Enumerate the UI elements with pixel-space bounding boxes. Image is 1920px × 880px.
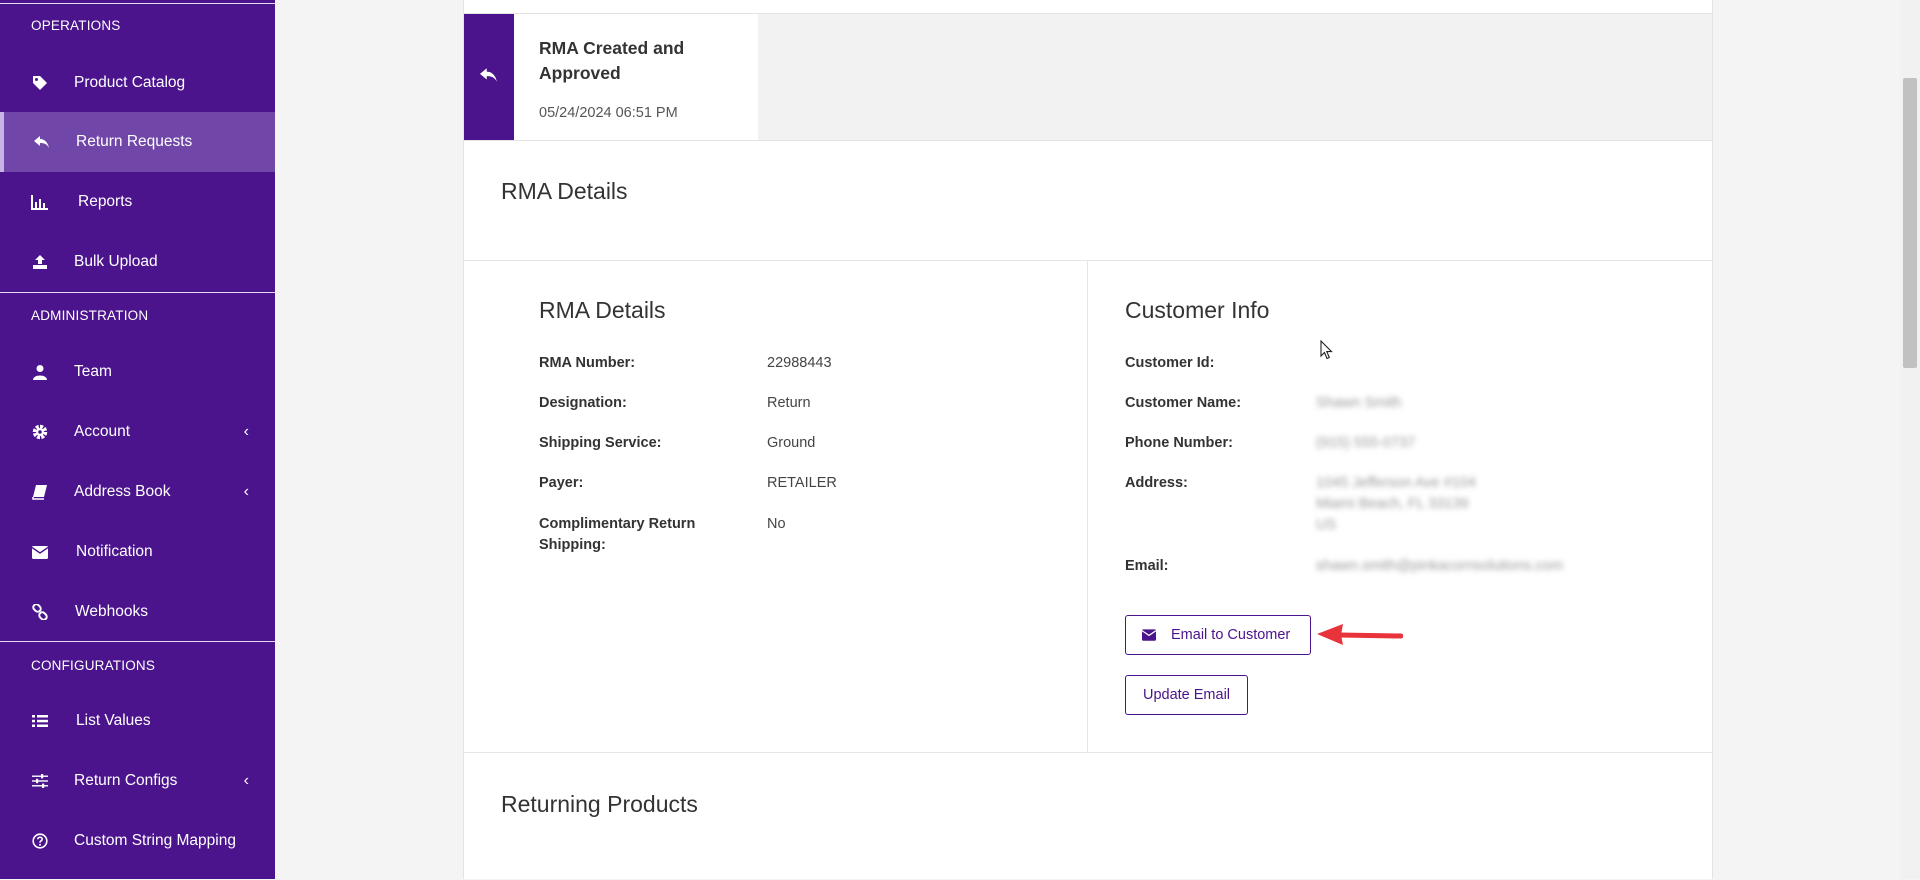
sidebar-item-label: Reports [78,193,133,210]
sidebar-divider [0,3,275,4]
timeline-event-title: RMA Created and Approved [539,38,685,83]
shipping-service-value: Ground [767,435,816,451]
scrollbar-thumb[interactable] [1903,78,1917,368]
sidebar-item-notification[interactable]: Notification [0,522,275,582]
sidebar-item-label: Product Catalog [74,74,186,91]
customer-info-title: Customer Info [1125,297,1270,323]
address-label: Address: [1125,475,1188,491]
sidebar-item-label: Return Requests [76,133,193,150]
timeline-event-card[interactable]: RMA Created and Approved 05/24/2024 06:5… [464,14,758,140]
sidebar-item-team[interactable]: Team [0,342,275,402]
rma-number-value: 22988443 [767,355,832,371]
address-line-2: Miami Beach, FL 33139 [1316,496,1469,512]
timeline-event-date: 05/24/2024 06:51 PM [539,105,678,121]
chevron-left-icon: ‹ [243,772,249,789]
sidebar-item-label: Webhooks [75,603,148,620]
tag-icon [31,74,49,92]
list-icon [31,712,49,730]
sidebar-section-configurations: CONFIGURATIONS [31,658,156,673]
sidebar-item-label: List Values [76,712,151,729]
address-line-3: US [1316,517,1337,533]
reply-icon [33,133,51,151]
sidebar-item-label: Account [74,423,131,440]
email-value: shawn.smith@pinkacornsolutions.com [1316,558,1563,574]
timeline-event-icon-box [464,14,514,140]
sidebar-item-return-configs[interactable]: Return Configs ‹ [0,751,275,811]
user-icon [31,363,49,381]
customer-name-value: Shawn Smith [1316,395,1402,411]
envelope-icon [31,543,49,561]
sidebar-item-label: Team [74,363,112,380]
sidebar-item-label: Address Book [74,483,171,500]
address-line-1: 1045 Jefferson Ave #104 [1316,475,1476,491]
phone-number-label: Phone Number: [1125,435,1233,451]
envelope-icon [1141,629,1157,645]
rma-timeline: RMA Created and Approved 05/24/2024 06:5… [464,13,1712,141]
email-to-customer-label: Email to Customer [1171,627,1291,643]
rma-details-title: RMA Details [539,297,666,323]
mouse-cursor-icon [1320,339,1334,365]
payer-value: RETAILER [767,475,837,491]
rma-details-card: RMA Details RMA Number: 22988443 Designa… [464,261,1088,752]
customer-id-label: Customer Id: [1125,355,1215,371]
payer-label: Payer: [539,475,584,491]
sidebar-item-custom-string-mapping[interactable]: Custom String Mapping [0,811,275,871]
book-icon [31,483,49,501]
phone-number-value: (915) 555-0737 [1316,435,1416,451]
sidebar-item-reports[interactable]: Reports [0,172,275,232]
sidebar-item-bulk-upload[interactable]: Bulk Upload [0,232,275,292]
sidebar-section-administration: ADMINISTRATION [31,308,149,323]
sidebar-divider [0,292,275,293]
link-icon [31,603,49,621]
sidebar-section-operations: OPERATIONS [31,18,121,33]
sliders-icon [31,772,49,790]
reply-icon [478,66,500,89]
chevron-left-icon: ‹ [243,423,249,440]
rma-detail-panel: RMA Created and Approved 05/24/2024 06:5… [463,0,1713,879]
bar-chart-icon [31,193,49,211]
sidebar-item-list-values[interactable]: List Values [0,691,275,751]
complimentary-return-shipping-value: No [767,516,786,532]
email-label: Email: [1125,558,1169,574]
designation-value: Return [767,395,811,411]
shipping-service-label: Shipping Service: [539,435,662,451]
sidebar-item-return-requests[interactable]: Return Requests [0,112,275,172]
sidebar-divider [0,641,275,642]
email-to-customer-button[interactable]: Email to Customer [1125,615,1311,655]
page-title: RMA Details [501,178,628,204]
sidebar: OPERATIONS Product Catalog Return Reques… [0,0,275,879]
sidebar-item-label: Return Configs [74,772,178,789]
sidebar-item-label: Notification [76,543,153,560]
rma-number-label: RMA Number: [539,355,636,371]
sidebar-item-label: Custom String Mapping [74,832,236,849]
gear-icon [31,423,49,441]
sidebar-item-product-catalog[interactable]: Product Catalog [0,53,275,113]
sidebar-item-label: Bulk Upload [74,253,158,270]
update-email-label: Update Email [1142,687,1231,703]
update-email-button[interactable]: Update Email [1125,675,1248,715]
sidebar-item-account[interactable]: Account ‹ [0,402,275,462]
designation-label: Designation: [539,395,627,411]
chevron-left-icon: ‹ [243,483,249,500]
sidebar-item-webhooks[interactable]: Webhooks [0,582,275,642]
sidebar-item-address-book[interactable]: Address Book ‹ [0,462,275,522]
annotation-arrow-icon [1315,620,1404,655]
returning-products-title: Returning Products [501,791,698,817]
returning-products-section: Returning Products [464,752,1712,880]
complimentary-return-shipping-label: Complimentary Return Shipping: [539,516,696,553]
rma-details-section-header: RMA Details [464,140,1712,261]
upload-icon [31,253,49,271]
customer-name-label: Customer Name: [1125,395,1242,411]
customer-info-card: Customer Info Customer Id: Customer Name… [1088,261,1712,752]
question-circle-icon [31,832,49,850]
